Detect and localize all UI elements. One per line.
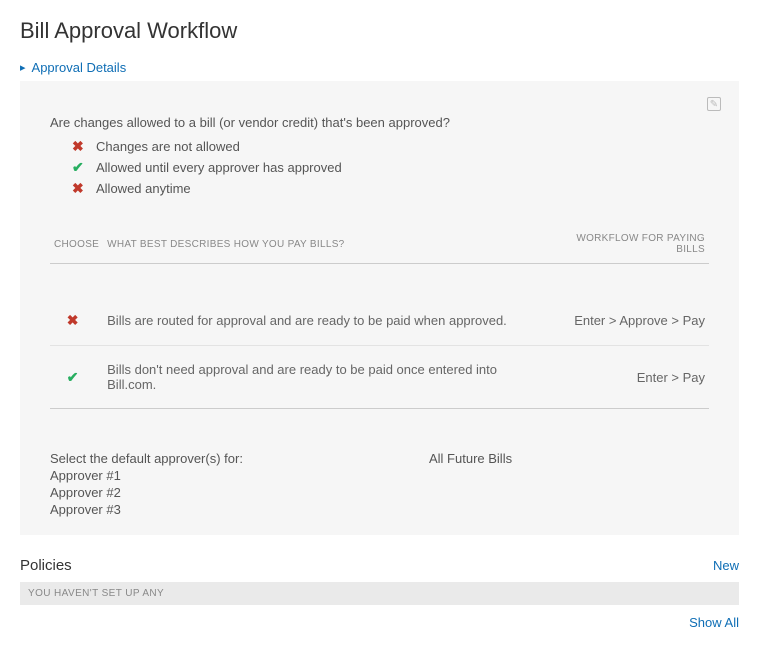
row-desc: Bills don't need approval and are ready … bbox=[103, 346, 543, 409]
approvers-label: Select the default approver(s) for: bbox=[50, 451, 429, 466]
check-icon: ✔ bbox=[65, 369, 81, 386]
approver-item: Approver #2 bbox=[50, 485, 429, 502]
changes-options: ✖ Changes are not allowed ✔ Allowed unti… bbox=[50, 136, 709, 199]
option-row: ✖ Changes are not allowed bbox=[50, 136, 709, 157]
approvers-scope: All Future Bills bbox=[429, 451, 709, 519]
col-workflow: WORKFLOW FOR PAYING BILLS bbox=[543, 225, 709, 264]
cross-icon: ✖ bbox=[72, 180, 88, 197]
option-row: ✔ Allowed until every approver has appro… bbox=[50, 157, 709, 178]
row-workflow: Enter > Pay bbox=[543, 346, 709, 409]
option-row: ✖ Allowed anytime bbox=[50, 178, 709, 199]
approval-details-panel: ✎ Are changes allowed to a bill (or vend… bbox=[20, 81, 739, 535]
policies-title: Policies bbox=[20, 557, 72, 574]
option-label: Allowed anytime bbox=[96, 181, 191, 196]
show-all-link[interactable]: Show All bbox=[689, 615, 739, 630]
caret-right-icon: ▸ bbox=[20, 61, 26, 74]
approver-item: Approver #1 bbox=[50, 468, 429, 485]
option-label: Allowed until every approver has approve… bbox=[96, 160, 342, 175]
cross-icon: ✖ bbox=[72, 138, 88, 155]
row-workflow: Enter > Approve > Pay bbox=[543, 296, 709, 346]
table-row[interactable]: ✔ Bills don't need approval and are read… bbox=[50, 346, 709, 409]
approval-details-link[interactable]: ▸ Approval Details bbox=[20, 60, 739, 75]
cross-icon: ✖ bbox=[65, 312, 81, 329]
page-title: Bill Approval Workflow bbox=[20, 18, 739, 44]
approvers-block: Select the default approver(s) for: Appr… bbox=[50, 451, 709, 519]
pay-bills-table: CHOOSE WHAT BEST DESCRIBES HOW YOU PAY B… bbox=[50, 225, 709, 441]
table-row[interactable]: ✖ Bills are routed for approval and are … bbox=[50, 296, 709, 346]
approver-item: Approver #3 bbox=[50, 502, 429, 519]
changes-question: Are changes allowed to a bill (or vendor… bbox=[50, 115, 709, 130]
col-desc: WHAT BEST DESCRIBES HOW YOU PAY BILLS? bbox=[103, 225, 543, 264]
policies-empty-message: YOU HAVEN'T SET UP ANY bbox=[20, 582, 739, 605]
check-icon: ✔ bbox=[72, 159, 88, 176]
option-label: Changes are not allowed bbox=[96, 139, 240, 154]
row-desc: Bills are routed for approval and are re… bbox=[103, 296, 543, 346]
approval-details-label: Approval Details bbox=[32, 60, 127, 75]
edit-icon[interactable]: ✎ bbox=[707, 97, 721, 111]
col-choose: CHOOSE bbox=[50, 225, 103, 264]
new-policy-link[interactable]: New bbox=[713, 558, 739, 573]
